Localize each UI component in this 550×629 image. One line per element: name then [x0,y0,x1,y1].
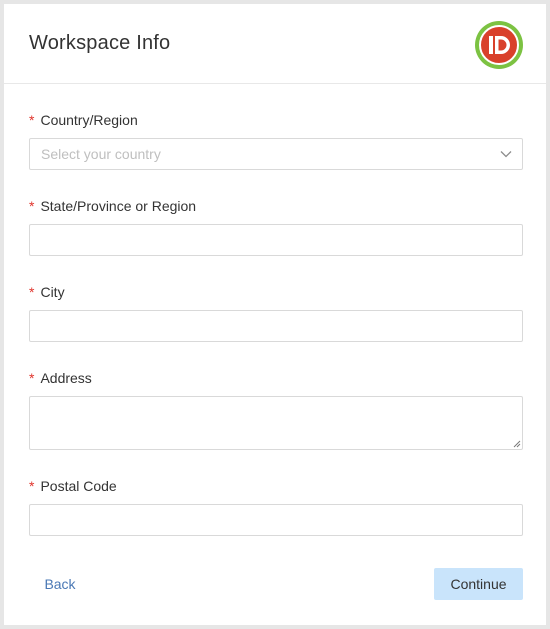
required-marker: * [29,198,35,214]
required-marker: * [29,478,35,494]
postal-code-input[interactable] [29,504,523,536]
state-label: * State/Province or Region [29,198,196,214]
state-input[interactable] [29,224,523,256]
state-label-text: State/Province or Region [40,198,197,214]
address-textarea[interactable] [29,396,523,450]
back-button[interactable]: Back [33,568,87,600]
resize-handle-icon[interactable] [513,440,521,448]
required-marker: * [29,112,35,128]
country-label: * Country/Region [29,112,138,128]
country-label-text: Country/Region [40,112,138,128]
country-select-placeholder: Select your country [41,146,161,162]
required-marker: * [29,370,35,386]
card-header: Workspace Info [4,4,546,84]
postal-label: * Postal Code [29,478,117,494]
chevron-down-icon [500,151,512,158]
logo-id-icon [489,36,510,54]
workspace-info-card: Workspace Info * Country/Region Select yo… [4,4,546,625]
city-input[interactable] [29,310,523,342]
page-title: Workspace Info [29,32,171,54]
required-marker: * [29,284,35,300]
continue-button[interactable]: Continue [434,568,523,600]
address-label: * Address [29,370,92,386]
city-label-text: City [40,284,65,300]
city-label: * City [29,284,65,300]
brand-logo [475,21,523,69]
address-label-text: Address [40,370,92,386]
postal-label-text: Postal Code [40,478,117,494]
country-select[interactable]: Select your country [29,138,523,170]
brand-logo-mark [479,25,519,65]
